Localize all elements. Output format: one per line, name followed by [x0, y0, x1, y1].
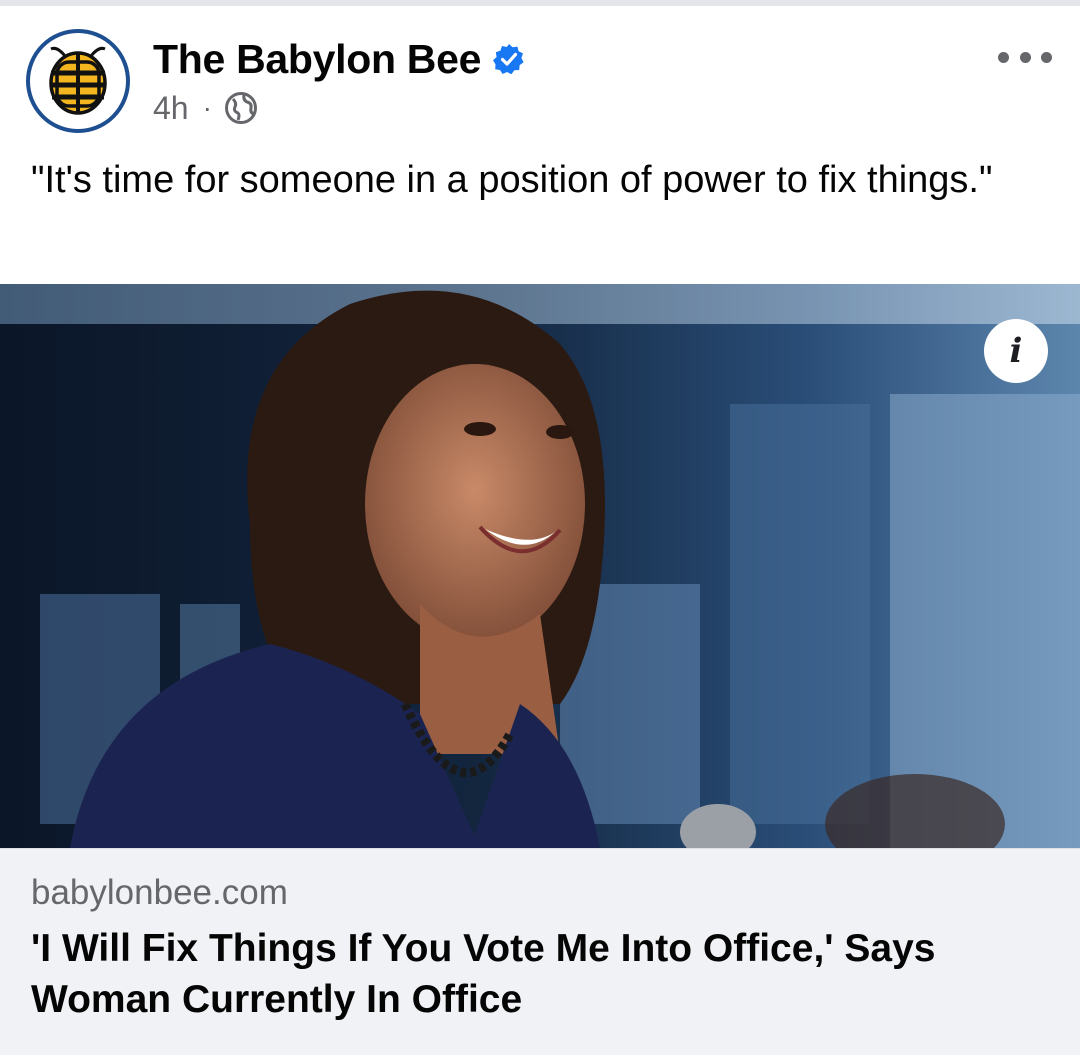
post-timestamp[interactable]: 4h — [153, 90, 189, 127]
meta-separator: · — [202, 92, 212, 123]
link-domain: babylonbee.com — [31, 873, 288, 912]
feed-divider — [0, 0, 1080, 6]
more-options-button[interactable] — [998, 40, 1052, 74]
globe-icon — [224, 92, 257, 124]
link-preview-card[interactable]: babylonbee.com 'I Will Fix Things If You… — [0, 848, 1080, 1055]
post-photo — [0, 284, 1080, 848]
page-avatar[interactable] — [26, 29, 130, 133]
post-caption: "It's time for someone in a position of … — [31, 159, 993, 201]
post-image[interactable] — [0, 284, 1080, 848]
verified-badge-icon — [493, 44, 524, 75]
link-title[interactable]: 'I Will Fix Things If You Vote Me Into O… — [31, 923, 1061, 1025]
post-meta: 4h · — [153, 88, 258, 128]
more-options-icon-dot — [1041, 51, 1052, 63]
info-icon: i — [1009, 331, 1023, 371]
babylon-bee-logo — [49, 46, 107, 115]
more-options-icon — [998, 51, 1009, 63]
page-name-row: The Babylon Bee — [153, 34, 525, 84]
info-button[interactable]: i — [984, 319, 1048, 383]
page-name[interactable]: The Babylon Bee — [153, 34, 481, 84]
facebook-post: The Babylon Bee 4h · "It's time for some… — [0, 0, 1080, 1055]
more-options-icon-dot — [1019, 51, 1031, 63]
